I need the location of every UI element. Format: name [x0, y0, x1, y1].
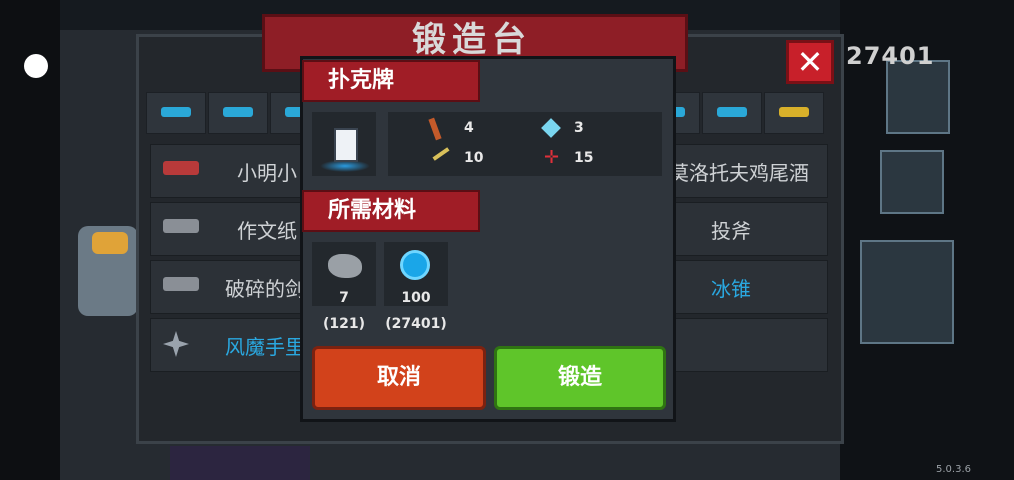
floor-portal — [170, 446, 310, 480]
weapon-name-left: 风魔手里 — [225, 335, 305, 359]
gem-icon — [400, 250, 430, 280]
material-required: 100 — [401, 290, 431, 306]
machine-prop — [880, 150, 944, 214]
ore-icon — [328, 254, 362, 278]
tab-fish[interactable] — [702, 92, 762, 134]
version-label: 5.0.3.6 — [936, 464, 971, 475]
poker-card-icon — [334, 128, 358, 162]
weapon-name-left: 作文纸 — [237, 219, 297, 243]
tab-crown[interactable] — [764, 92, 824, 134]
machine-prop — [860, 240, 954, 344]
smg-icon — [223, 107, 253, 117]
weapon-name-right: 投斧 — [711, 219, 751, 243]
crown-icon — [779, 107, 809, 117]
weapon-name-left: 破碎的剑 — [225, 277, 305, 301]
attack-value: 4 — [464, 120, 474, 136]
weapon-name-left: 小明小 — [237, 161, 297, 185]
material-required: 7 — [339, 290, 349, 306]
close-button[interactable]: ✕ — [786, 40, 834, 84]
material-owned: (121) — [322, 316, 366, 332]
weapon-name-right: 冰锥 — [711, 277, 751, 301]
player-hat — [92, 232, 128, 254]
material-owned: (27401) — [385, 316, 447, 332]
tab-smg[interactable] — [208, 92, 268, 134]
cancel-button[interactable]: 取消 — [312, 346, 486, 410]
machine-prop — [886, 60, 950, 134]
fish-icon — [717, 107, 747, 117]
weapon-name-right: 莫洛托夫鸡尾酒 — [669, 161, 809, 185]
shuriken-icon — [163, 331, 189, 357]
spread-icon: ✛ — [544, 147, 560, 168]
crit-value: 10 — [464, 150, 484, 166]
weapon-icon — [163, 277, 199, 291]
energy-value: 3 — [574, 120, 584, 136]
weapon-icon — [163, 219, 199, 233]
weapon-icon — [163, 161, 199, 175]
pistol-icon — [161, 107, 191, 117]
joystick-dot[interactable] — [24, 54, 48, 78]
coin-count: 27401 — [846, 42, 935, 70]
spread-value: 15 — [574, 150, 594, 166]
forge-button[interactable]: 锻造 — [494, 346, 666, 410]
item-name-ribbon: 扑克牌 — [302, 60, 480, 102]
materials-ribbon: 所需材料 — [302, 190, 480, 232]
tab-pistol[interactable] — [146, 92, 206, 134]
